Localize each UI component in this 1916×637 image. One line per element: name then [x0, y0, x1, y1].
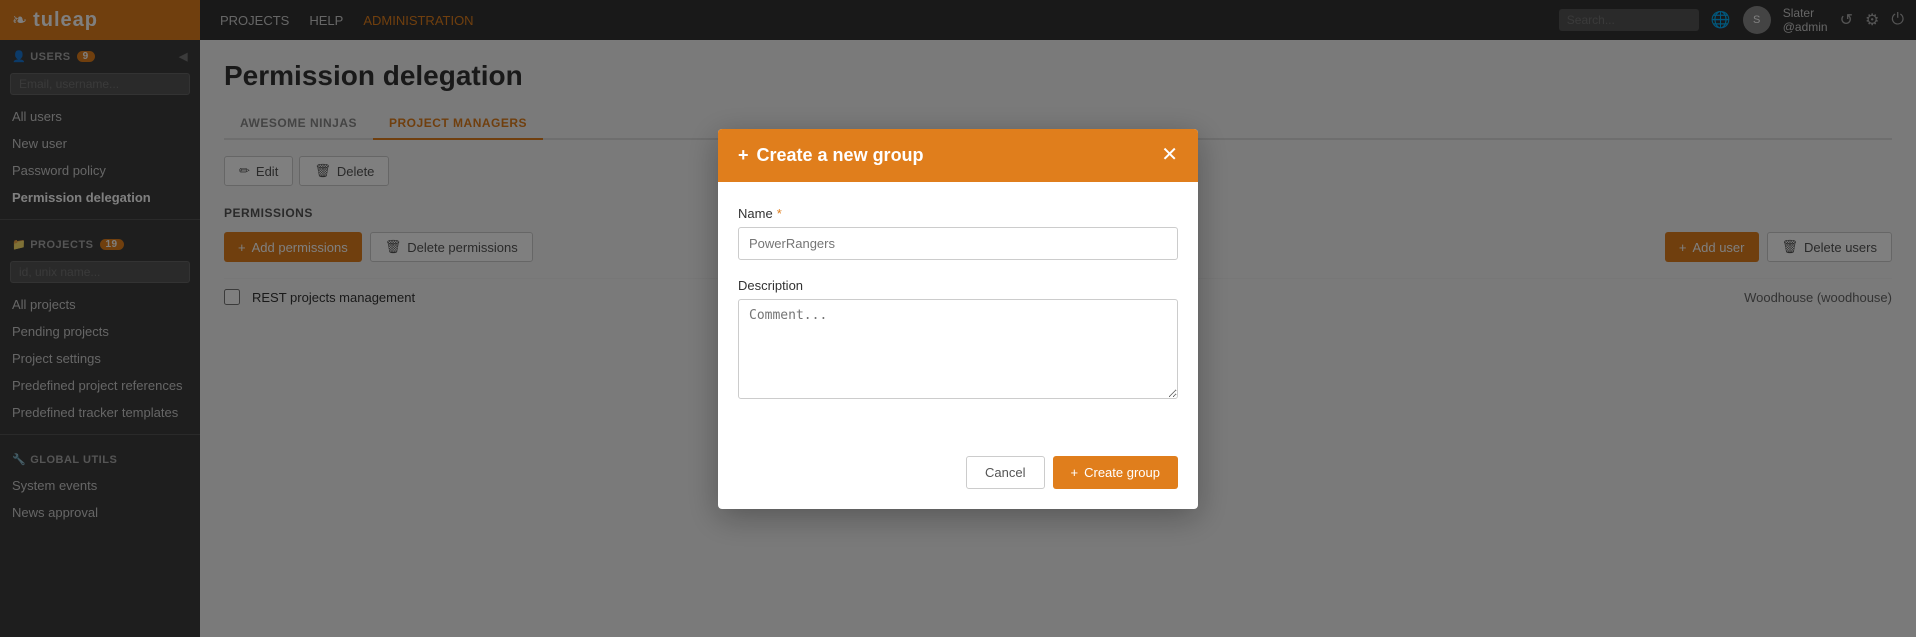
create-icon: + [1071, 465, 1079, 480]
modal-title-icon: + [738, 145, 749, 166]
description-label: Description [738, 278, 1178, 293]
name-form-group: Name * [738, 206, 1178, 260]
name-label: Name * [738, 206, 1178, 221]
cancel-button[interactable]: Cancel [966, 456, 1044, 489]
modal-title: + Create a new group [738, 145, 924, 166]
description-form-group: Description [738, 278, 1178, 402]
description-textarea[interactable] [738, 299, 1178, 399]
modal: + Create a new group ✕ Name * Descriptio… [718, 129, 1198, 509]
required-star: * [777, 206, 782, 221]
modal-footer: Cancel + Create group [718, 444, 1198, 509]
modal-header: + Create a new group ✕ [718, 129, 1198, 182]
modal-close-button[interactable]: ✕ [1161, 145, 1178, 165]
modal-body: Name * Description [718, 182, 1198, 444]
modal-overlay[interactable]: + Create a new group ✕ Name * Descriptio… [0, 0, 1916, 637]
create-group-button[interactable]: + Create group [1053, 456, 1178, 489]
name-input[interactable] [738, 227, 1178, 260]
